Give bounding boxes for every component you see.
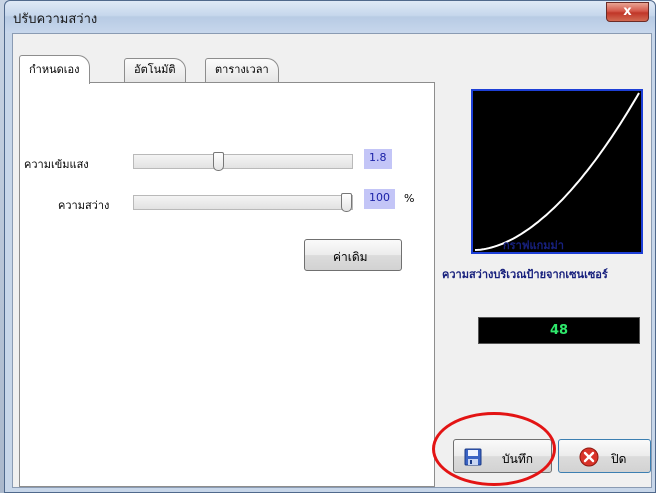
reset-default-button[interactable]: ค่าเดิม	[304, 239, 402, 271]
tab-schedule[interactable]: ตารางเวลา	[205, 58, 279, 82]
dialog-client-area: กำหนดเอง อัตโนมัติ ตารางเวลา ความเข้มแสง…	[12, 33, 652, 488]
window-title: ปรับความสว่าง	[13, 12, 98, 27]
close-button[interactable]: ปิด	[558, 439, 651, 473]
brightness-slider[interactable]	[133, 193, 353, 212]
gamma-value: 1.8	[364, 149, 392, 169]
gamma-label: ความเข้มแสง	[24, 158, 89, 171]
brightness-slider-thumb[interactable]	[341, 193, 352, 212]
gamma-slider[interactable]	[133, 152, 353, 171]
sensor-label: ความสว่างบริเวณป้ายจากเซนเซอร์	[442, 268, 608, 281]
tab-manual[interactable]: กำหนดเอง	[19, 55, 90, 84]
gamma-curve	[474, 92, 640, 251]
brightness-label: ความสว่าง	[58, 199, 110, 212]
gamma-graph-canvas	[474, 92, 640, 251]
sensor-value-display: 48	[478, 317, 640, 344]
brightness-value: 100	[364, 189, 395, 209]
gamma-graph-label: กราฟแกมม่า	[503, 239, 564, 252]
floppy-disk-icon	[464, 448, 482, 469]
close-circle-icon	[579, 447, 599, 470]
reset-default-label: ค่าเดิม	[333, 250, 368, 264]
brightness-dialog: ปรับความสว่าง x กำหนดเอง อัตโนมัติ ตาราง…	[4, 0, 656, 493]
gamma-slider-thumb[interactable]	[213, 152, 224, 171]
save-button[interactable]: บันทึก	[453, 439, 552, 473]
save-button-label: บันทึก	[502, 452, 533, 466]
title-bar[interactable]: ปรับความสว่าง x	[5, 1, 655, 33]
close-button-label: ปิด	[611, 452, 627, 466]
manual-tab-panel: ความเข้มแสง 1.8 ความสว่าง 100 % ค่าเดิม	[19, 82, 435, 487]
brightness-unit: %	[404, 192, 415, 205]
gamma-graph	[471, 89, 643, 254]
tab-automatic[interactable]: อัตโนมัติ	[124, 58, 186, 82]
window-close-button[interactable]: x	[606, 2, 649, 22]
